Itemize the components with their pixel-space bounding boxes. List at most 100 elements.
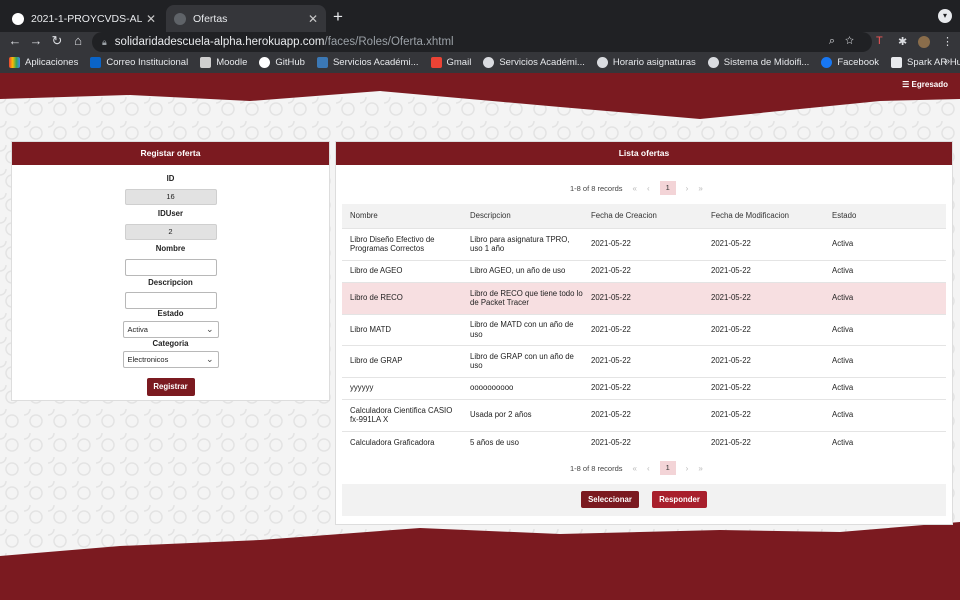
next-page-icon[interactable]: › xyxy=(686,464,689,473)
puzzle-icon[interactable]: ✱ xyxy=(898,35,907,48)
nombre-input[interactable] xyxy=(124,259,217,276)
last-page-icon[interactable]: » xyxy=(698,184,702,193)
prev-page-icon[interactable]: ‹ xyxy=(647,464,650,473)
offers-list-card: Lista ofertas 1-8 of 8 records « ‹ 1 › »… xyxy=(335,141,953,525)
github-icon xyxy=(259,57,271,68)
cell-descripcion: Libro de GRAP con un año de uso xyxy=(462,344,583,377)
column-header[interactable]: Fecha de Creacion xyxy=(583,204,703,228)
outlook-icon xyxy=(90,57,102,68)
estado-select[interactable]: Activa ⌄ xyxy=(122,321,219,338)
registrar-button[interactable]: Registrar xyxy=(146,378,195,396)
browser-tab-github[interactable]: 2021-1-PROYCVDS-ALPHATEC ✕ xyxy=(4,5,164,32)
first-page-icon[interactable]: « xyxy=(633,184,637,193)
globe-icon xyxy=(596,57,608,68)
profile-avatar[interactable] xyxy=(918,36,930,48)
cell-estado: Activa xyxy=(824,313,946,345)
cell-fecha-modificacion: 2021-05-22 xyxy=(703,227,824,260)
zoom-and-bookmark-icons[interactable]: ⌕☆ xyxy=(829,35,864,48)
table-row[interactable]: yyyyyy oooooooooo 2021-05-22 2021-05-22 … xyxy=(342,376,946,399)
descripcion-label: Descripcion xyxy=(148,278,193,287)
register-form: ID 16 IDUser 2 Nombre Descripcion Estado… xyxy=(12,165,329,396)
cell-fecha-creacion: 2021-05-22 xyxy=(583,376,703,399)
browser-tab-bar: 2021-1-PROYCVDS-ALPHATEC ✕ Ofertas ✕ + ▾ xyxy=(0,0,960,32)
new-tab-icon[interactable]: + xyxy=(333,7,343,27)
bookmark-correo[interactable]: Correo Institucional xyxy=(90,57,188,68)
cell-nombre: Libro de AGEO xyxy=(342,259,462,282)
close-tab-icon[interactable]: ✕ xyxy=(146,12,156,26)
cell-nombre: Libro MATD xyxy=(342,313,462,345)
cell-nombre: yyyyyy xyxy=(342,376,462,399)
cell-descripcion: Libro AGEO, un año de uso xyxy=(462,259,583,282)
column-header[interactable]: Descripcion xyxy=(462,204,583,228)
spark-ar-icon xyxy=(891,57,903,68)
bookmark-moodle[interactable]: Moodle xyxy=(200,57,247,68)
page-1-button[interactable]: 1 xyxy=(659,461,676,475)
browser-tab-ofertas[interactable]: Ofertas ✕ xyxy=(166,5,326,32)
categoria-select[interactable]: Electronicos ⌄ xyxy=(122,351,219,368)
next-page-icon[interactable]: › xyxy=(686,184,689,193)
bookmark-servicios-2[interactable]: Servicios Académi... xyxy=(483,57,585,68)
table-footer: Seleccionar Responder xyxy=(342,484,946,516)
column-header[interactable]: Estado xyxy=(824,204,946,228)
page-1-button[interactable]: 1 xyxy=(659,181,676,195)
records-text: 1-8 of 8 records xyxy=(570,183,623,193)
last-page-icon[interactable]: » xyxy=(698,464,702,473)
prev-page-icon[interactable]: ‹ xyxy=(647,184,650,193)
more-menu-icon[interactable]: ⋮ xyxy=(942,35,953,48)
bookmark-aplicaciones[interactable]: Aplicaciones xyxy=(9,57,78,68)
extension-icon[interactable]: T xyxy=(876,35,883,47)
table-row[interactable]: Libro MATD Libro de MATD con un año de u… xyxy=(342,313,946,345)
first-page-icon[interactable]: « xyxy=(633,464,637,473)
back-icon[interactable]: ← xyxy=(6,33,24,48)
paginator-top: 1-8 of 8 records « ‹ 1 › » xyxy=(570,181,703,195)
cell-fecha-modificacion: 2021-05-22 xyxy=(703,313,824,345)
home-icon[interactable]: ⌂ xyxy=(69,33,87,48)
bookmark-gmail[interactable]: Gmail xyxy=(430,57,471,68)
bookmark-facebook[interactable]: Facebook xyxy=(821,57,879,68)
tab-search-icon[interactable]: ▾ xyxy=(938,9,952,23)
bookmarks-bar: Aplicaciones Correo Institucional Moodle… xyxy=(0,52,960,73)
cell-fecha-creacion: 2021-05-22 xyxy=(583,398,703,431)
globe-icon xyxy=(483,57,495,68)
bookmarks-overflow-icon[interactable]: » xyxy=(944,56,950,67)
cell-estado: Activa xyxy=(824,344,946,377)
table-row[interactable]: Libro Diseño Efectivo de Programas Corre… xyxy=(342,227,946,260)
close-tab-icon[interactable]: ✕ xyxy=(308,12,318,26)
responder-button[interactable]: Responder xyxy=(652,491,707,508)
footer-wave xyxy=(0,522,960,600)
seleccionar-button[interactable]: Seleccionar xyxy=(581,491,639,508)
forward-icon[interactable]: → xyxy=(27,33,45,48)
table-row[interactable]: Libro de AGEO Libro AGEO, un año de uso … xyxy=(342,259,946,282)
lock-icon: 🔒︎ xyxy=(102,36,107,47)
column-header[interactable]: Nombre xyxy=(342,204,462,228)
url-host: solidaridadescuela-alpha.herokuapp.com xyxy=(114,36,325,48)
school-icon xyxy=(316,57,328,68)
cell-descripcion: oooooooooo xyxy=(462,376,583,399)
table-row[interactable]: Calculadora Graficadora 5 años de uso 20… xyxy=(342,430,946,453)
descripcion-input[interactable] xyxy=(124,292,217,309)
cell-fecha-modificacion: 2021-05-22 xyxy=(703,376,824,399)
cell-estado: Activa xyxy=(824,227,946,260)
globe-icon xyxy=(707,57,719,68)
table-row[interactable]: Libro de GRAP Libro de GRAP con un año d… xyxy=(342,344,946,377)
column-header[interactable]: Fecha de Modificacion xyxy=(703,204,824,228)
table-header-row: Nombre Descripcion Fecha de Creacion Fec… xyxy=(342,204,946,228)
bookmark-servicios-1[interactable]: Servicios Académi... xyxy=(316,57,419,68)
nombre-label: Nombre xyxy=(155,244,186,253)
estado-label: Estado xyxy=(157,309,184,318)
bookmark-github[interactable]: GitHub xyxy=(259,57,305,68)
iduser-label: IDUser xyxy=(157,209,184,218)
reload-icon[interactable]: ↻ xyxy=(48,33,66,49)
register-offer-card: Registar oferta ID 16 IDUser 2 Nombre De… xyxy=(11,141,330,401)
user-menu[interactable]: ☰ Egresado xyxy=(902,80,948,89)
table-row[interactable]: Calculadora Cientifica CASIO fx-991LA X … xyxy=(342,398,946,431)
cell-fecha-modificacion: 2021-05-22 xyxy=(703,430,824,453)
github-icon xyxy=(12,12,24,25)
bookmark-horario[interactable]: Horario asignaturas xyxy=(596,57,696,68)
cell-estado: Activa xyxy=(824,398,946,431)
cell-nombre: Calculadora Graficadora xyxy=(342,430,462,453)
address-bar[interactable]: 🔒︎ solidaridadescuela-alpha.herokuapp.co… xyxy=(92,32,872,52)
globe-icon xyxy=(174,12,186,25)
table-row-selected[interactable]: Libro de RECO Libro de RECO que tiene to… xyxy=(342,281,946,314)
bookmark-sistema[interactable]: Sistema de Midoifi... xyxy=(707,57,809,68)
